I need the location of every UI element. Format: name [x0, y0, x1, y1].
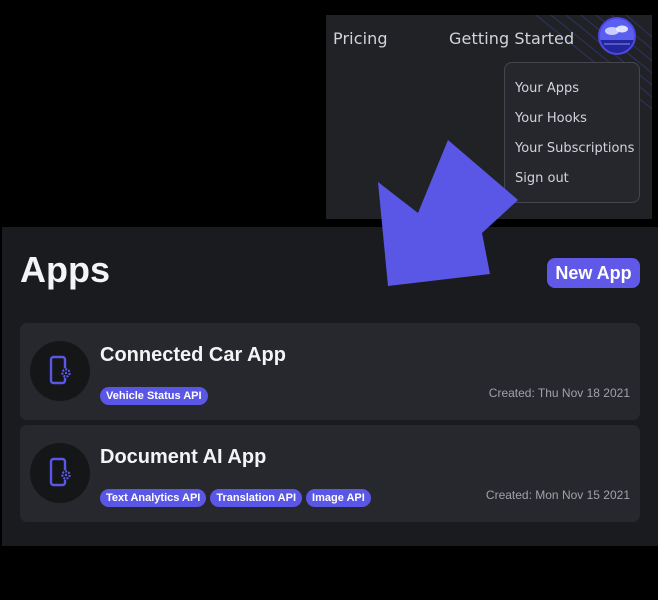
created-date: Created: Thu Nov 18 2021 — [488, 386, 630, 400]
menu-item-your-subscriptions[interactable]: Your Subscriptions — [515, 141, 634, 156]
api-tags: Text Analytics API Translation API Image… — [100, 489, 371, 507]
api-tag: Translation API — [210, 489, 303, 507]
app-name[interactable]: Connected Car App — [100, 344, 286, 367]
menu-item-your-apps[interactable]: Your Apps — [515, 81, 579, 96]
app-icon-container — [30, 443, 90, 503]
api-tag: Image API — [306, 489, 371, 507]
api-tags: Vehicle Status API — [100, 387, 208, 405]
app-name[interactable]: Document AI App — [100, 446, 266, 469]
mobile-settings-icon — [49, 457, 71, 487]
created-date: Created: Mon Nov 15 2021 — [485, 488, 630, 502]
app-card[interactable]: Document AI App Text Analytics API Trans… — [20, 425, 640, 522]
app-card[interactable]: Connected Car App Vehicle Status API Cre… — [20, 323, 640, 420]
new-app-button[interactable]: New App — [547, 258, 640, 288]
pointer-arrow-icon — [378, 140, 518, 286]
nav-link-pricing[interactable]: Pricing — [333, 29, 388, 48]
avatar-landscape-icon — [600, 19, 634, 53]
nav-link-getting-started[interactable]: Getting Started — [449, 29, 574, 48]
user-avatar[interactable] — [598, 17, 636, 55]
apps-panel: Apps New App Connected Car App Vehicle S… — [2, 227, 658, 546]
mobile-settings-icon — [49, 355, 71, 385]
api-tag: Vehicle Status API — [100, 387, 208, 405]
page-title: Apps — [20, 249, 110, 290]
api-tag: Text Analytics API — [100, 489, 207, 507]
app-icon-container — [30, 341, 90, 401]
menu-item-your-hooks[interactable]: Your Hooks — [515, 111, 587, 126]
